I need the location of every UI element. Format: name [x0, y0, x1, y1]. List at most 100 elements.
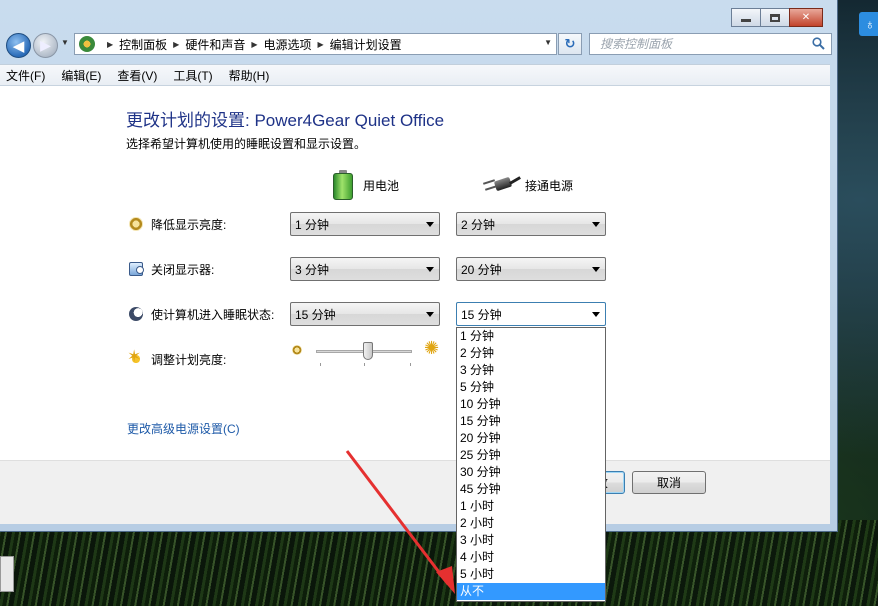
select-value: 15 分钟 [295, 307, 336, 322]
maximize-icon [770, 13, 780, 22]
select-value: 3 分钟 [295, 262, 330, 277]
cancel-button[interactable]: 取消 [632, 471, 706, 494]
menu-tools[interactable]: 工具(T) [173, 67, 212, 84]
select-value: 2 分钟 [461, 217, 496, 232]
brightness-sun-icon [127, 347, 143, 367]
dropdown-option[interactable]: 45 分钟 [457, 481, 605, 498]
turn-off-display-battery-select[interactable]: 3 分钟 [290, 257, 440, 281]
setting-row-dim-display: 降低显示亮度: [129, 214, 226, 234]
plugged-in-column-label: 接通电源 [525, 178, 574, 193]
desktop-file-icon[interactable] [0, 556, 14, 592]
setting-row-brightness: 调整计划亮度: [127, 347, 227, 369]
search-icon[interactable] [812, 37, 825, 50]
battery-icon [333, 170, 353, 200]
back-button[interactable]: ◀ [6, 33, 31, 58]
display-off-icon [129, 262, 144, 276]
breadcrumb-hardware-sound[interactable]: 硬件和声音 [185, 36, 245, 53]
dropdown-arrow-icon [426, 267, 434, 272]
dropdown-option[interactable]: 15 分钟 [457, 413, 605, 430]
close-button[interactable]: ✕ [789, 8, 823, 27]
dropdown-arrow-icon [426, 312, 434, 317]
dropdown-option[interactable]: 30 分钟 [457, 464, 605, 481]
control-panel-window: ✕ ◀ ▶ ▼ ▶ 控制面板 ▶ 硬件和声音 ▶ 电源选项 ▶ 编辑计划设置 ▼… [0, 0, 838, 532]
window-caption-buttons: ✕ [731, 8, 823, 28]
dropdown-option[interactable]: 5 小时 [457, 566, 605, 583]
bright-sun-icon: ✺ [424, 338, 440, 358]
desktop-app-icon[interactable]: ♁ [859, 12, 878, 36]
menu-file[interactable]: 文件(F) [6, 67, 45, 84]
sleep-plugged-dropdown-list: 1 分钟 2 分钟 3 分钟 5 分钟 10 分钟 15 分钟 20 分钟 25 分钟 30 分… [456, 327, 606, 602]
select-value: 15 分钟 [461, 305, 502, 323]
dim-brightness-icon [292, 345, 302, 355]
dropdown-arrow-icon [592, 267, 600, 272]
dropdown-option[interactable]: 5 分钟 [457, 379, 605, 396]
chevron-right-icon[interactable]: ▶ [107, 40, 113, 49]
sleep-battery-select[interactable]: 15 分钟 [290, 302, 440, 326]
select-value: 20 分钟 [461, 262, 502, 277]
dropdown-option[interactable]: 10 分钟 [457, 396, 605, 413]
dim-display-label: 降低显示亮度: [151, 217, 227, 232]
slider-tick [320, 363, 321, 366]
dropdown-option[interactable]: 3 分钟 [457, 362, 605, 379]
wallpaper-grass [0, 520, 878, 606]
minimize-icon [741, 19, 751, 22]
breadcrumb-power-options[interactable]: 电源选项 [264, 36, 312, 53]
dropdown-option[interactable]: 1 分钟 [457, 328, 605, 345]
dropdown-option[interactable]: 25 分钟 [457, 447, 605, 464]
recent-pages-dropdown[interactable]: ▼ [61, 38, 69, 47]
breadcrumb-edit-plan[interactable]: 编辑计划设置 [330, 36, 402, 53]
select-value: 1 分钟 [295, 217, 330, 232]
maximize-button[interactable] [760, 8, 790, 27]
menu-help[interactable]: 帮助(H) [229, 67, 270, 84]
sleep-label: 使计算机进入睡眠状态: [151, 307, 275, 322]
page-description: 选择希望计算机使用的睡眠设置和显示设置。 [126, 137, 367, 151]
menu-edit[interactable]: 编辑(E) [61, 67, 101, 84]
refresh-button[interactable]: ↻ [558, 33, 582, 55]
refresh-icon: ↻ [564, 36, 576, 51]
page-title: 更改计划的设置: Power4Gear Quiet Office [126, 111, 445, 130]
turn-off-display-plugged-select[interactable]: 20 分钟 [456, 257, 606, 281]
dim-display-battery-select[interactable]: 1 分钟 [290, 212, 440, 236]
sleep-plugged-select[interactable]: 15 分钟 [456, 302, 606, 326]
brightness-battery-slider[interactable]: ✺ [292, 338, 442, 367]
minimize-button[interactable] [731, 8, 761, 27]
dim-display-plugged-select[interactable]: 2 分钟 [456, 212, 606, 236]
advanced-power-settings-link[interactable]: 更改高级电源设置(C) [127, 420, 240, 437]
main-content: 更改计划的设置: Power4Gear Quiet Office 选择希望计算机… [0, 86, 830, 460]
search-input[interactable] [598, 36, 798, 52]
slider-tick [364, 363, 365, 366]
battery-column-label: 用电池 [363, 178, 400, 193]
address-dropdown-icon[interactable]: ▼ [544, 38, 552, 47]
dropdown-arrow-icon [592, 312, 600, 317]
dropdown-option[interactable]: 从不 [457, 583, 605, 600]
power-plug-icon [482, 175, 521, 195]
dropdown-option[interactable]: 2 小时 [457, 515, 605, 532]
dropdown-option[interactable]: 20 分钟 [457, 430, 605, 447]
chevron-right-icon[interactable]: ▶ [318, 40, 324, 49]
forward-button[interactable]: ▶ [33, 33, 58, 58]
chevron-right-icon[interactable]: ▶ [251, 40, 257, 49]
setting-row-turn-off-display: 关闭显示器: [129, 259, 214, 279]
turn-off-display-label: 关闭显示器: [151, 262, 215, 277]
column-header-battery: 用电池 [333, 170, 399, 200]
back-arrow-icon: ◀ [12, 37, 25, 55]
address-bar[interactable]: ▶ 控制面板 ▶ 硬件和声音 ▶ 电源选项 ▶ 编辑计划设置 ▼ [74, 33, 557, 55]
control-panel-icon [79, 36, 95, 52]
forward-arrow-icon: ▶ [40, 37, 51, 53]
menu-view[interactable]: 查看(V) [117, 67, 157, 84]
menu-bar: 文件(F) 编辑(E) 查看(V) 工具(T) 帮助(H) [0, 64, 830, 86]
sleep-moon-icon [129, 307, 143, 321]
dropdown-arrow-icon [426, 222, 434, 227]
dropdown-option[interactable]: 1 小时 [457, 498, 605, 515]
breadcrumb-control-panel[interactable]: 控制面板 [119, 36, 167, 53]
slider-tick [410, 363, 411, 366]
chevron-right-icon[interactable]: ▶ [173, 40, 179, 49]
column-header-plugged-in: 接通电源 [482, 170, 574, 200]
dropdown-option[interactable]: 3 小时 [457, 532, 605, 549]
brightness-label: 调整计划亮度: [151, 352, 227, 367]
dropdown-option[interactable]: 4 小时 [457, 549, 605, 566]
search-box[interactable] [589, 33, 832, 55]
dropdown-option[interactable]: 2 分钟 [457, 345, 605, 362]
slider-thumb[interactable] [362, 342, 373, 360]
dialog-footer: 保存修改 取消 [0, 460, 830, 524]
